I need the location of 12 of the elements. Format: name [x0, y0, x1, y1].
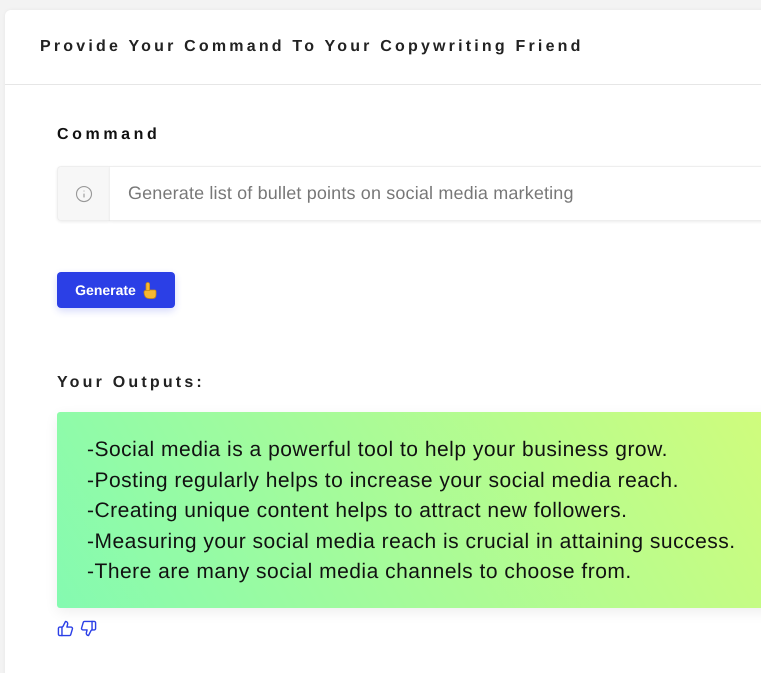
generate-button[interactable]: Generate: [57, 272, 175, 308]
thumbs-down-icon[interactable]: [80, 620, 97, 636]
output-line: -Creating unique content helps to attract new followers.: [87, 498, 628, 524]
output-line: -Posting regularly helps to increase your social media reach.: [87, 468, 679, 494]
output-line: -There are many social media channels to choose from.: [87, 559, 632, 585]
output-line: -Measuring your social media reach is crucial in attaining success.: [87, 528, 736, 554]
output-line: -Social media is a powerful tool to help your business grow.: [87, 437, 668, 463]
pointing-hand-icon: [142, 282, 157, 298]
outputs-label: Your Outputs:: [57, 373, 205, 393]
thumbs-up-icon[interactable]: [57, 620, 74, 636]
card-title: Provide Your Command To Your Copywriting Friend: [40, 37, 584, 57]
command-label: Command: [57, 125, 160, 145]
